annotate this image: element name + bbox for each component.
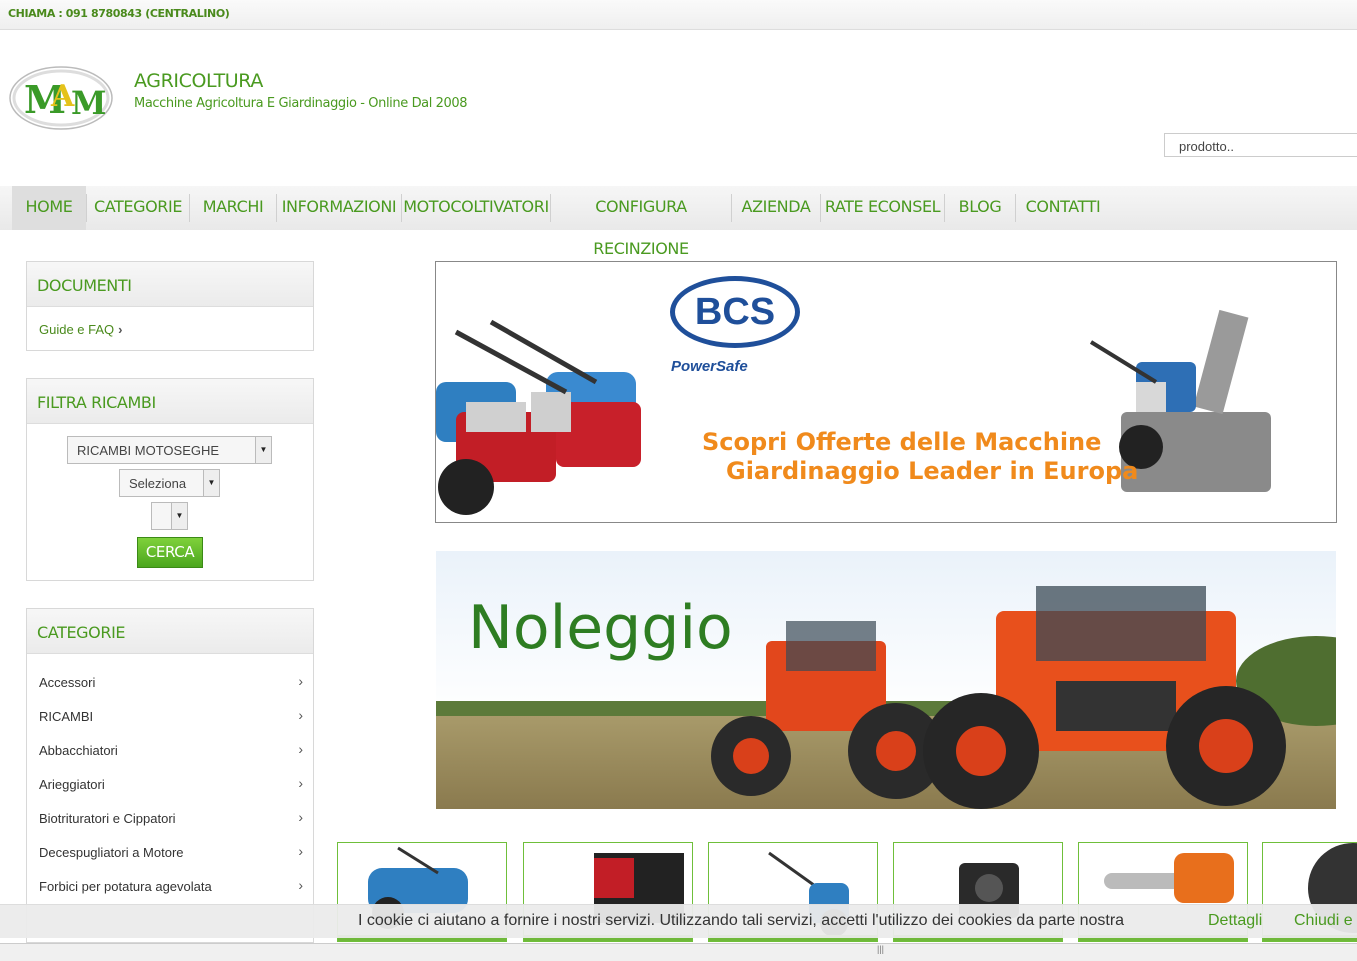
categories-title: CATEGORIE — [27, 609, 313, 654]
cookie-details-link[interactable]: Dettagli — [1208, 912, 1262, 930]
chevron-right-icon: › — [298, 741, 303, 757]
nav-rate-econsel[interactable]: RATE ECONSEL — [821, 186, 944, 230]
phone-text: CHIAMA : 091 8780843 (CENTRALINO) — [8, 7, 230, 20]
documents-title: DOCUMENTI — [27, 262, 313, 307]
search-input[interactable]: prodotto.. — [1164, 133, 1357, 157]
nav-contatti[interactable]: CONTATTI — [1016, 186, 1110, 230]
chevron-right-icon: › — [298, 877, 303, 893]
guide-faq-link[interactable]: Guide e FAQ › — [39, 322, 123, 337]
site-subtitle: Macchine Agricoltura E Giardinaggio - On… — [134, 96, 468, 111]
category-item[interactable]: Accessori — [39, 675, 95, 690]
category-item[interactable]: Forbici per potatura agevolata — [39, 879, 212, 894]
chevron-down-icon: ▼ — [255, 437, 271, 463]
guide-faq-label: Guide e FAQ — [39, 322, 115, 337]
category-item[interactable]: Abbacchiatori — [39, 743, 118, 758]
filter-box: FILTRA RICAMBI RICAMBI MOTOSEGHE ▼ Selez… — [26, 378, 314, 581]
chevron-down-icon: ▼ — [171, 503, 187, 529]
filter-title: FILTRA RICAMBI — [27, 379, 313, 424]
category-item[interactable]: RICAMBI — [39, 709, 93, 724]
bcs-promo-banner[interactable]: BCS PowerSafe Scopri Offerte delle Macch… — [435, 261, 1337, 523]
chevron-right-icon: › — [298, 843, 303, 859]
site-title[interactable]: AGRICOLTURA — [134, 70, 263, 92]
chevron-right-icon: › — [298, 775, 303, 791]
brand-select[interactable]: Seleziona ▼ — [119, 469, 220, 497]
model-select[interactable]: ▼ — [151, 502, 188, 530]
banner-line-2: Giardinaggio Leader in Europa — [726, 457, 1139, 485]
parts-type-value: RICAMBI MOTOSEGHE — [77, 443, 220, 458]
cookie-message: I cookie ci aiutano a fornire i nostri s… — [358, 912, 1125, 929]
chevron-right-icon: › — [298, 707, 303, 723]
documents-box: DOCUMENTI Guide e FAQ › — [26, 261, 314, 351]
category-item[interactable]: Biotrituratori e Cippatori — [39, 811, 176, 826]
nav-home[interactable]: HOME — [12, 186, 86, 230]
nav-motocoltivatori[interactable]: MOTOCOLTIVATORI — [402, 186, 550, 230]
banner-line-1: Scopri Offerte delle Macchine — [702, 428, 1102, 456]
categories-box: CATEGORIE Accessori › RICAMBI › Abbacchi… — [26, 608, 314, 943]
cookie-close-link[interactable]: Chiudi e — [1294, 912, 1353, 930]
rental-title: Noleggio — [468, 593, 733, 663]
site-logo[interactable]: M A M — [9, 66, 113, 130]
bcs-logo-text: BCS — [694, 291, 776, 333]
main-nav: HOME CATEGORIE MARCHI INFORMAZIONI MOTOC… — [0, 186, 1357, 258]
bcs-logo: BCS — [670, 276, 800, 348]
nav-categorie[interactable]: CATEGORIE — [87, 186, 189, 230]
nav-informazioni[interactable]: INFORMAZIONI — [277, 186, 401, 230]
tractors-illustration — [436, 551, 1336, 809]
svg-text:M: M — [71, 84, 106, 122]
category-item[interactable]: Decespugliatori a Motore — [39, 845, 184, 860]
brand-select-value: Seleziona — [129, 476, 187, 491]
search-parts-button[interactable]: CERCA — [137, 537, 203, 568]
rental-banner[interactable]: Noleggio — [436, 551, 1336, 809]
chevron-right-icon: › — [298, 673, 303, 689]
nav-blog[interactable]: BLOG — [945, 186, 1015, 230]
parts-type-select[interactable]: RICAMBI MOTOSEGHE ▼ — [67, 436, 272, 464]
chevron-down-icon: ▼ — [203, 470, 219, 496]
top-bar: CHIAMA : 091 8780843 (CENTRALINO) — [0, 0, 1357, 30]
scroll-grip-icon[interactable]: ||| — [877, 944, 884, 954]
powersafe-label: PowerSafe — [671, 358, 748, 375]
chevron-right-icon: › — [298, 809, 303, 825]
category-item[interactable]: Arieggiatori — [39, 777, 105, 792]
nav-marchi[interactable]: MARCHI — [190, 186, 276, 230]
nav-configura-recinzione[interactable]: CONFIGURA RECINZIONE — [551, 186, 731, 258]
nav-azienda[interactable]: AZIENDA — [732, 186, 820, 230]
chevron-right-icon: › — [118, 322, 123, 337]
cookie-bar: I cookie ci aiutano a fornire i nostri s… — [0, 904, 1357, 938]
horizontal-scrollbar[interactable]: ||| — [0, 943, 1357, 961]
